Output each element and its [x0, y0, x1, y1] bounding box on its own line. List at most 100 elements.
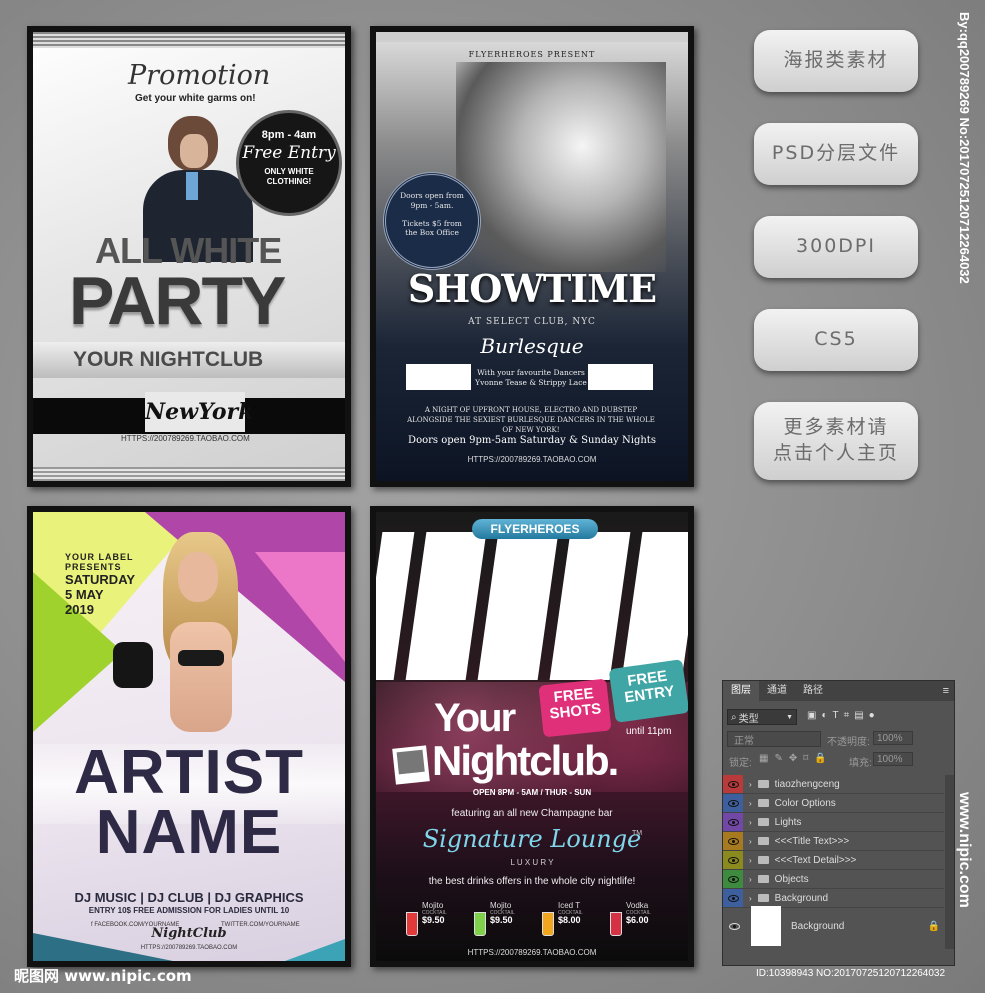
fill-field[interactable]: 100%	[873, 752, 913, 766]
filter-kind-select[interactable]: 类型	[739, 710, 759, 725]
drink-glass-icon	[406, 912, 418, 936]
poster-url: HTTPS://200789269.TAOBAO.COM	[467, 948, 597, 957]
stripe-panels	[376, 532, 688, 682]
drink-price: $9.50	[490, 915, 513, 926]
folder-icon	[757, 837, 769, 845]
ticket-box-left	[406, 364, 471, 390]
expand-arrow-icon[interactable]: ›	[749, 856, 752, 865]
title-showtime: SHOWTIME	[407, 266, 657, 311]
visibility-eye-icon[interactable]	[727, 894, 739, 902]
search-icon: ⌕	[731, 711, 737, 723]
doors-circle: Doors open from 9pm - 5am. Tickets $5 fr…	[383, 172, 481, 270]
layer-row-base-background[interactable]: Background 🔒	[723, 903, 944, 949]
title-party: PARTY	[69, 263, 286, 339]
blend-mode-select[interactable]: 正常	[734, 732, 754, 747]
pill-more-materials[interactable]: 更多素材请 点击个人主页	[754, 402, 918, 480]
tab-layers[interactable]: 图层	[723, 681, 759, 701]
lock-icons[interactable]: ▦✎✥⌑🔒	[759, 753, 833, 764]
visibility-eye-icon[interactable]	[727, 780, 739, 788]
watermark-bottom-right: ID:10398943 NO:20170725120712264032	[756, 968, 946, 979]
expand-arrow-icon[interactable]: ›	[749, 837, 752, 846]
until-note: until 11pm	[626, 726, 672, 737]
layer-row[interactable]: › <<<Text Detail>>>	[723, 851, 944, 870]
layer-name: Objects	[774, 873, 809, 885]
drink-item: Vodka COCKTAIL $6.00	[610, 901, 676, 942]
poster-frame-artist-name[interactable]: YOUR LABEL PRESENTS SATURDAY 5 MAY 2019 …	[27, 506, 351, 967]
opacity-field[interactable]: 100%	[873, 731, 913, 745]
folder-icon	[757, 875, 769, 883]
badge-note: ONLY WHITE CLOTHING!	[264, 167, 314, 186]
layer-row[interactable]: › tiaozhengceng	[723, 775, 944, 794]
artist-photo	[108, 532, 268, 742]
poster-frame-showtime[interactable]: FLYERHEROES PRESENT Doors open from 9pm …	[370, 26, 694, 487]
visibility-eye-icon[interactable]	[728, 922, 740, 930]
layer-name: <<<Title Text>>>	[774, 835, 850, 847]
layer-name: <<<Text Detail>>>	[774, 854, 857, 866]
ticket-box-right	[588, 364, 653, 390]
entry-info: ENTRY 10$ FREE ADMISSION FOR LADIES UNTI…	[88, 906, 290, 915]
pill-300dpi[interactable]: 300DPI	[754, 216, 918, 278]
promotion-script-title: Promotion	[128, 60, 271, 91]
expand-arrow-icon[interactable]: ›	[749, 894, 752, 903]
visibility-eye-icon[interactable]	[727, 799, 739, 807]
visibility-eye-icon[interactable]	[727, 856, 739, 864]
offers-line: the best drinks offers in the whole city…	[428, 876, 636, 887]
lock-icon: 🔒	[927, 920, 940, 932]
layer-color-swatch[interactable]	[723, 851, 743, 869]
flyerheroes-tag: FLYERHEROES	[472, 519, 598, 539]
layer-color-swatch[interactable]	[723, 813, 743, 831]
pill-psd-layered[interactable]: PSD分层文件	[754, 123, 918, 185]
pill-cs5[interactable]: CS5	[754, 309, 918, 371]
burlesque-dancer-photo	[456, 62, 666, 272]
layer-name: tiaozhengceng	[774, 778, 840, 790]
tab-paths[interactable]: 路径	[795, 681, 831, 701]
burlesque-script: Burlesque	[480, 334, 584, 358]
pill-poster-material[interactable]: 海报类素材	[754, 30, 918, 92]
drink-glass-icon	[474, 912, 486, 936]
panel-menu-icon[interactable]: ≡	[943, 685, 949, 697]
city-script: NewYork	[145, 392, 253, 432]
folder-icon	[757, 894, 769, 902]
poster-frame-all-white-party[interactable]: Promotion Get your white garms on! 8pm -…	[27, 26, 351, 487]
drink-price: $9.50	[422, 915, 445, 926]
filter-icons: ▣◐T⌗▤●	[807, 710, 880, 721]
poster-frame-your-nightclub[interactable]: FLYERHEROES FREE SHOTS FREE ENTRY until …	[370, 506, 694, 967]
panel-scrollbar[interactable]	[945, 775, 954, 949]
visibility-eye-icon[interactable]	[727, 875, 739, 883]
expand-arrow-icon[interactable]: ›	[749, 780, 752, 789]
expand-arrow-icon[interactable]: ›	[749, 799, 752, 808]
presenter-line: FLYERHEROES PRESENT	[468, 50, 596, 59]
polaroid-frame	[392, 745, 430, 785]
layer-row[interactable]: › Lights	[723, 813, 944, 832]
tagline: Get your white garms on!	[135, 93, 256, 104]
lineup: DJ MUSIC | DJ CLUB | DJ GRAPHICS	[74, 890, 304, 905]
title-your: Your	[434, 696, 516, 740]
circle-line2: Tickets $5 from the Box Office	[402, 218, 462, 238]
folder-icon	[757, 780, 769, 788]
drink-price: $8.00	[558, 915, 581, 926]
layer-color-swatch[interactable]	[723, 832, 743, 850]
layer-name: Background	[774, 892, 829, 904]
poster-url: HTTPS://200789269.TAOBAO.COM	[467, 455, 597, 464]
layer-color-swatch[interactable]	[723, 775, 743, 793]
layer-row[interactable]: › Objects	[723, 870, 944, 889]
visibility-eye-icon[interactable]	[727, 818, 739, 826]
chevron-down-icon: ▼	[786, 713, 793, 721]
tab-channels[interactable]: 通道	[759, 681, 795, 701]
layer-color-swatch[interactable]	[723, 794, 743, 812]
layer-row[interactable]: › <<<Title Text>>>	[723, 832, 944, 851]
expand-arrow-icon[interactable]: ›	[749, 875, 752, 884]
doors-line: Doors open 9pm-5am Saturday & Sunday Nig…	[408, 435, 656, 446]
free-entry-badge: 8pm - 4am Free Entry ONLY WHITE CLOTHING…	[236, 110, 342, 216]
watermark-bottom-left: 昵图网 www.nipic.com	[14, 967, 192, 985]
panel-tabs: 图层 通道 路径 ≡	[723, 681, 954, 701]
folder-icon	[757, 799, 769, 807]
watermark-right-vertical: By:qq200789269 No:20170725120712264032	[957, 12, 972, 284]
opacity-label: 不透明度:	[827, 737, 870, 748]
layer-row[interactable]: › Color Options	[723, 794, 944, 813]
layer-color-swatch[interactable]	[723, 870, 743, 888]
expand-arrow-icon[interactable]: ›	[749, 818, 752, 827]
dancers-line1: With your favourite Dancers	[477, 368, 585, 377]
visibility-eye-icon[interactable]	[727, 837, 739, 845]
event-description: A night of upfront house, electro and du…	[407, 406, 655, 434]
